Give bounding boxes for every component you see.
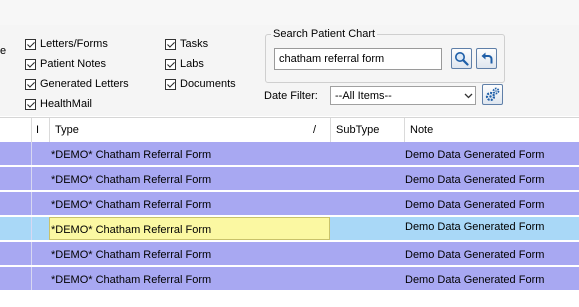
checkbox-box[interactable] [165, 38, 176, 50]
checkbox-box[interactable] [165, 78, 176, 90]
column-separator [404, 118, 405, 142]
checkbox-label: Tasks [180, 38, 209, 50]
type-cell: *DEMO* Chatham Referral Form [51, 174, 212, 186]
row-header-cell[interactable] [0, 267, 32, 290]
row-header-cell[interactable] [0, 192, 32, 215]
checkbox-tasks[interactable]: Tasks [165, 37, 208, 51]
type-cell: *DEMO* Chatham Referral Form [51, 149, 212, 161]
note-cell: Demo Data Generated Form [405, 274, 545, 286]
checkbox-box[interactable] [25, 58, 36, 70]
grid-header: I Type / SubType Note [0, 117, 579, 143]
checkbox-labs[interactable]: Labs [165, 57, 204, 71]
checkbox-box[interactable] [25, 98, 36, 110]
back-arrow-icon [481, 52, 493, 64]
column-separator [330, 118, 331, 142]
checkbox-letters-forms[interactable]: Letters/Forms [25, 37, 108, 51]
checkbox-box[interactable] [25, 78, 36, 90]
checkbox-box[interactable] [25, 38, 36, 50]
note-cell: Demo Data Generated Form [405, 149, 545, 161]
checkbox-label: Labs [180, 58, 204, 70]
row-header-cell[interactable] [0, 242, 32, 265]
checkbox-documents[interactable]: Documents [165, 77, 236, 91]
column-separator [31, 118, 32, 142]
checkbox-label: Documents [180, 78, 236, 90]
column-separator [49, 118, 50, 142]
note-cell: Demo Data Generated Form [405, 249, 545, 261]
truncated-label: e [0, 45, 7, 57]
type-cell: *DEMO* Chatham Referral Form [51, 224, 212, 236]
checkbox-generated-letters[interactable]: Generated Letters [25, 77, 129, 91]
filter-settings-button[interactable] [482, 84, 503, 105]
type-cell: *DEMO* Chatham Referral Form [51, 249, 212, 261]
type-cell: *DEMO* Chatham Referral Form [51, 274, 212, 286]
search-patient-chart-group: Search Patient Chart [265, 28, 505, 83]
note-cell: Demo Data Generated Form [405, 199, 545, 211]
table-row[interactable]: *DEMO* Chatham Referral Form Demo Data G… [0, 142, 579, 166]
checkbox-label: HealthMail [40, 98, 92, 110]
row-header-cell[interactable] [0, 167, 32, 190]
checkbox-label: Generated Letters [40, 78, 129, 90]
back-button[interactable] [476, 48, 497, 69]
search-button[interactable] [451, 48, 472, 69]
top-toolbar-strip [0, 0, 579, 26]
table-row-selected[interactable]: *DEMO* Chatham Referral Form Demo Data G… [0, 217, 579, 241]
type-cell: *DEMO* Chatham Referral Form [51, 199, 212, 211]
date-filter-select[interactable]: --All Items-- [330, 86, 476, 105]
note-cell: Demo Data Generated Form [405, 221, 545, 233]
checkbox-label: Patient Notes [40, 58, 107, 70]
search-input[interactable] [274, 48, 442, 70]
checkbox-healthmail[interactable]: HealthMail [25, 97, 92, 111]
column-header-type[interactable]: Type [55, 124, 79, 136]
filter-panel: e Letters/Forms Patient Notes Generated … [0, 25, 579, 116]
checkbox-patient-notes[interactable]: Patient Notes [25, 57, 106, 71]
gears-icon [485, 87, 500, 102]
chevron-down-icon [461, 87, 475, 104]
table-row[interactable]: *DEMO* Chatham Referral Form Demo Data G… [0, 242, 579, 266]
magnifier-icon [455, 52, 469, 66]
row-header-cell[interactable] [0, 217, 32, 240]
date-filter-value: --All Items-- [335, 89, 392, 102]
column-header-subtype[interactable]: SubType [336, 124, 379, 136]
row-header-cell[interactable] [0, 142, 32, 165]
column-header-indicator[interactable]: I [36, 124, 39, 136]
checkbox-label: Letters/Forms [40, 38, 108, 50]
table-row[interactable]: *DEMO* Chatham Referral Form Demo Data G… [0, 267, 579, 291]
checkbox-box[interactable] [165, 58, 176, 70]
date-filter-label: Date Filter: [264, 90, 318, 102]
sort-indicator-icon: / [313, 124, 317, 136]
table-row[interactable]: *DEMO* Chatham Referral Form Demo Data G… [0, 192, 579, 216]
column-header-note[interactable]: Note [410, 124, 433, 136]
note-cell: Demo Data Generated Form [405, 174, 545, 186]
table-row[interactable]: *DEMO* Chatham Referral Form Demo Data G… [0, 167, 579, 191]
search-group-legend: Search Patient Chart [271, 28, 378, 40]
